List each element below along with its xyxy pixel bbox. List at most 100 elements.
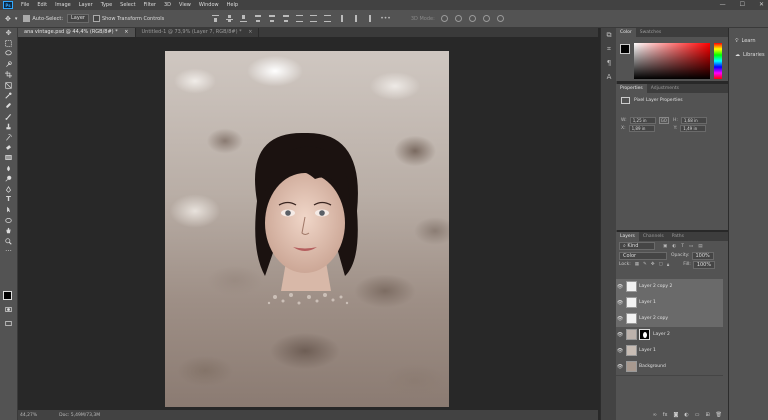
layer-row-layer-2-copy[interactable]: 👁︎ Layer 2 copy	[616, 311, 723, 328]
frame-tool-icon[interactable]	[0, 80, 17, 90]
visibility-eye-icon[interactable]: 👁︎	[616, 348, 624, 354]
visibility-eye-icon[interactable]: 👁︎	[616, 316, 624, 322]
zoom-tool-icon[interactable]	[0, 236, 17, 246]
filter-smart-object-icon[interactable]: ▤	[698, 244, 702, 249]
marquee-tool-icon[interactable]	[0, 38, 17, 48]
maximize-button[interactable]: ☐	[740, 1, 745, 8]
libraries-panel-button[interactable]: ☁︎ Libraries	[729, 48, 768, 62]
layer-name[interactable]: Layer 1	[639, 300, 656, 305]
filter-shape-icon[interactable]: ▭	[689, 244, 693, 249]
transform-controls-checkbox[interactable]	[92, 15, 100, 22]
menu-select[interactable]: Select	[116, 2, 139, 8]
blur-tool-icon[interactable]	[0, 163, 17, 173]
distribute-right-icon[interactable]	[366, 15, 373, 22]
distribute-top-icon[interactable]	[296, 15, 304, 22]
type-tool-icon[interactable]: T	[0, 194, 17, 204]
menu-filter[interactable]: Filter	[140, 2, 160, 8]
tab-layers[interactable]: Layers	[616, 232, 639, 241]
blend-mode-dropdown[interactable]: Color	[619, 251, 667, 260]
hue-slider[interactable]	[714, 43, 722, 79]
brush-settings-icon[interactable]: ⌗	[601, 42, 617, 56]
eraser-tool-icon[interactable]	[0, 142, 17, 152]
more-options-icon[interactable]: •••	[380, 15, 391, 22]
3d-slide-icon[interactable]	[482, 15, 490, 22]
layer-style-icon[interactable]: fx	[663, 412, 668, 418]
tab-swatches[interactable]: Swatches	[636, 28, 666, 37]
tab-ana-vintage[interactable]: ana vintage.psd @ 44,4% (RGB/8#) * ×	[18, 28, 136, 37]
menu-edit[interactable]: Edit	[33, 2, 51, 8]
align-vertical-centers-icon[interactable]	[226, 15, 234, 22]
layer-name[interactable]: Background	[639, 364, 666, 369]
3d-roll-icon[interactable]	[454, 15, 462, 22]
lock-all-icon[interactable]: 🔒︎	[667, 262, 669, 268]
menu-layer[interactable]: Layer	[75, 2, 97, 8]
opacity-field[interactable]: 100%	[691, 251, 714, 260]
fill-field[interactable]: 100%	[692, 260, 716, 269]
layer-row-layer-2[interactable]: 👁︎ Layer 2	[616, 327, 723, 344]
history-panel-icon[interactable]: ⧉	[601, 28, 617, 42]
eyedropper-tool-icon[interactable]	[0, 90, 17, 100]
layer-row-layer-1[interactable]: 👁︎ Layer 1	[616, 295, 723, 312]
menu-3d[interactable]: 3D	[160, 2, 175, 8]
lock-transparent-icon[interactable]: ▦	[635, 262, 639, 268]
layer-name[interactable]: Layer 2 copy	[639, 316, 668, 321]
foreground-color-swatch[interactable]	[3, 291, 12, 300]
history-brush-tool-icon[interactable]	[0, 132, 17, 142]
x-field[interactable]: 1,89 in	[628, 124, 655, 132]
add-mask-icon[interactable]: ◙	[673, 412, 678, 418]
edit-toolbar-icon[interactable]: ···	[0, 246, 17, 256]
tab-untitled-1[interactable]: Untitled-1 @ 73,9% (Layer 7, RGB/8#) * ×	[136, 28, 260, 37]
lock-image-icon[interactable]: ✎	[643, 262, 647, 268]
tab-adjustments[interactable]: Adjustments	[647, 84, 683, 93]
adjustment-layer-icon[interactable]: ◐	[684, 412, 688, 418]
menu-window[interactable]: Window	[195, 2, 223, 8]
minimize-button[interactable]: —	[720, 1, 726, 8]
canvas-area[interactable]	[18, 37, 598, 410]
menu-view[interactable]: View	[175, 2, 195, 8]
align-bottom-edges-icon[interactable]	[240, 15, 248, 22]
width-field[interactable]: 1,25 in	[629, 116, 656, 124]
menu-image[interactable]: Image	[51, 2, 75, 8]
tab-color[interactable]: Color	[616, 28, 636, 37]
layer-name[interactable]: Layer 2	[653, 332, 670, 337]
layer-name[interactable]: Layer 2 copy 2	[639, 284, 672, 289]
tool-preset-dropdown[interactable]: ▾	[15, 16, 18, 22]
close-tab-icon[interactable]: ×	[124, 29, 128, 35]
lock-artboard-icon[interactable]: ▢	[659, 262, 663, 268]
filter-kind-dropdown[interactable]: ⌕ Kind	[619, 242, 655, 250]
distribute-bottom-icon[interactable]	[324, 15, 332, 22]
3d-scale-icon[interactable]	[496, 15, 504, 22]
character-panel-icon[interactable]: A	[601, 70, 617, 84]
y-field[interactable]: 1,49 in	[680, 124, 707, 132]
move-tool-icon[interactable]: ✥	[5, 15, 11, 23]
path-selection-tool-icon[interactable]	[0, 205, 17, 215]
learn-panel-button[interactable]: 💡︎ Learn	[729, 34, 768, 48]
quick-mask-icon[interactable]	[0, 304, 17, 314]
paragraph-panel-icon[interactable]: ¶	[601, 56, 617, 70]
visibility-eye-icon[interactable]: 👁︎	[616, 364, 624, 370]
3d-orbit-icon[interactable]	[440, 15, 448, 22]
move-tool-icon[interactable]: ✥	[0, 28, 17, 38]
tab-channels[interactable]: Channels	[639, 232, 668, 241]
new-layer-icon[interactable]: ⊞	[705, 412, 709, 418]
tab-properties[interactable]: Properties	[616, 84, 647, 93]
clone-stamp-tool-icon[interactable]	[0, 122, 17, 132]
filter-adjustment-icon[interactable]: ◐	[672, 244, 676, 249]
layer-row-background[interactable]: 👁︎ Background	[616, 359, 723, 376]
crop-tool-icon[interactable]	[0, 70, 17, 80]
delete-layer-icon[interactable]: 🗑︎	[716, 412, 722, 418]
gradient-tool-icon[interactable]	[0, 153, 17, 163]
close-button[interactable]: ✕	[759, 1, 764, 8]
dodge-tool-icon[interactable]	[0, 173, 17, 183]
healing-brush-tool-icon[interactable]	[0, 101, 17, 111]
layer-name[interactable]: Layer 1	[639, 348, 656, 353]
visibility-eye-icon[interactable]: 👁︎	[616, 284, 624, 290]
menu-file[interactable]: File	[17, 2, 33, 8]
3d-pan-icon[interactable]	[468, 15, 476, 22]
menu-type[interactable]: Type	[97, 2, 116, 8]
brush-tool-icon[interactable]	[0, 111, 17, 121]
quick-selection-tool-icon[interactable]	[0, 59, 17, 69]
tab-paths[interactable]: Paths	[668, 232, 688, 241]
align-right-edges-icon[interactable]	[282, 15, 289, 22]
align-left-edges-icon[interactable]	[254, 15, 261, 22]
